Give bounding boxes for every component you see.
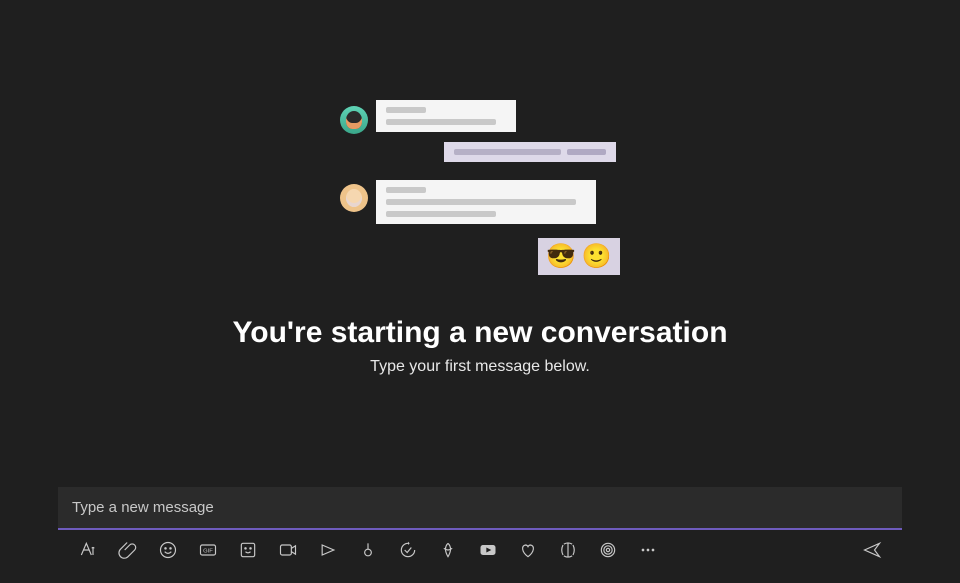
conversation-illustration: 😎 🙂 [340, 100, 620, 290]
illustration-bubble-1 [376, 100, 516, 132]
compose-area: GIF [0, 487, 960, 560]
illustration-emoji-bubble: 😎 🙂 [538, 238, 620, 275]
praise-icon[interactable] [518, 540, 538, 560]
app2-icon[interactable] [598, 540, 618, 560]
send-button[interactable] [862, 540, 882, 560]
svg-text:GIF: GIF [203, 549, 213, 555]
viva-icon[interactable] [438, 540, 458, 560]
youtube-icon[interactable] [478, 540, 498, 560]
schedule-meeting-icon[interactable] [278, 540, 298, 560]
empty-state-subheading: Type your first message below. [370, 358, 590, 376]
illustration-avatar-1 [340, 106, 368, 134]
chat-empty-screen: 😎 🙂 You're starting a new conversation T… [0, 0, 960, 583]
illustration-bubble-2 [444, 142, 616, 162]
approvals-icon[interactable] [398, 540, 418, 560]
attach-icon[interactable] [118, 540, 138, 560]
smile-emoji: 🙂 [582, 242, 612, 271]
empty-state-heading: You're starting a new conversation [232, 316, 727, 350]
sunglasses-emoji: 😎 [546, 242, 576, 271]
emoji-icon[interactable] [158, 540, 178, 560]
message-input[interactable] [58, 487, 902, 530]
more-icon[interactable] [638, 540, 658, 560]
illustration-avatar-2 [340, 184, 368, 212]
app-icon[interactable] [558, 540, 578, 560]
format-icon[interactable] [78, 540, 98, 560]
loop-icon[interactable] [358, 540, 378, 560]
gif-icon[interactable]: GIF [198, 540, 218, 560]
stream-icon[interactable] [318, 540, 338, 560]
illustration-bubble-3 [376, 180, 596, 224]
compose-toolbar: GIF [58, 530, 902, 560]
sticker-icon[interactable] [238, 540, 258, 560]
